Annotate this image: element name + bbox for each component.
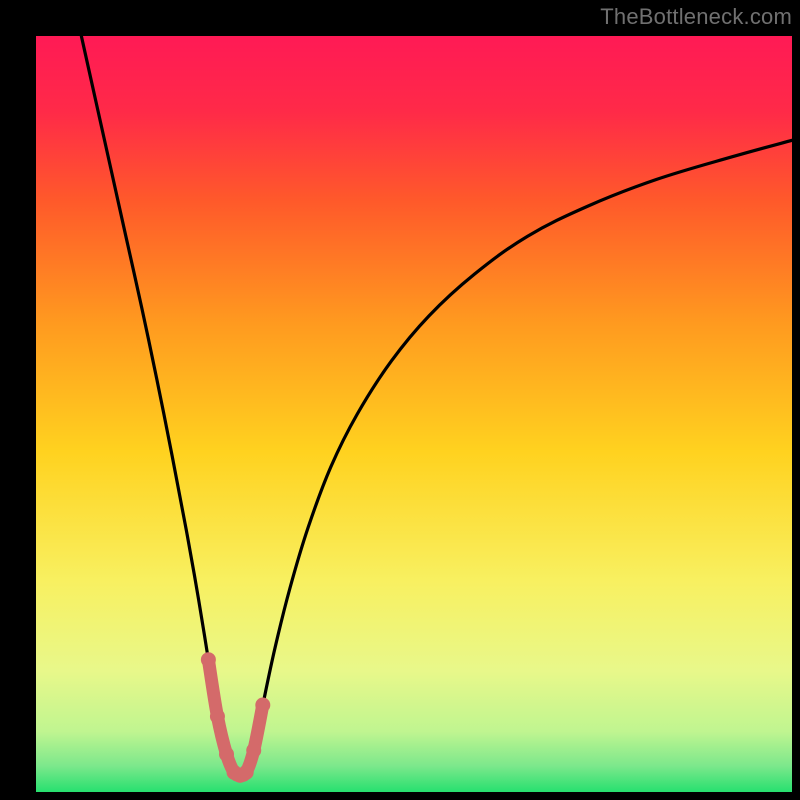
bottleneck-curve (81, 36, 792, 776)
curve-layer (36, 36, 792, 792)
watermark-label: TheBottleneck.com (600, 4, 792, 30)
chart-frame: TheBottleneck.com (0, 0, 800, 800)
plot-area (36, 36, 792, 792)
